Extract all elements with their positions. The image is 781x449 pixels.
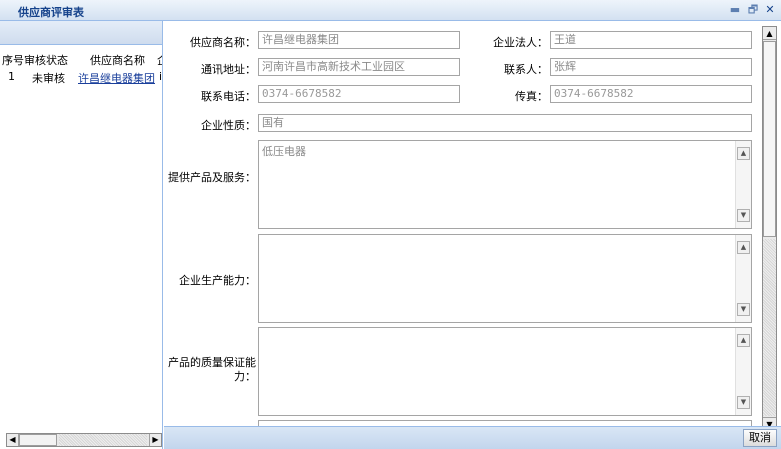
- address-label: 通讯地址：: [201, 63, 256, 76]
- scroll-down-icon[interactable]: ▼: [737, 209, 750, 222]
- scroll-up-icon[interactable]: ▲: [737, 147, 750, 160]
- quality-label: 产品的质量保证能力：: [168, 356, 256, 383]
- grid-toolbar: [0, 21, 162, 45]
- column-header-extra[interactable]: 企: [157, 52, 162, 68]
- restore-icon[interactable]: 🗗: [746, 3, 760, 17]
- scroll-up-icon[interactable]: ▲: [737, 241, 750, 254]
- products-scrollbar[interactable]: ▲ ▼: [735, 141, 751, 228]
- phone-label: 联系电话：: [201, 90, 256, 103]
- form-vertical-scrollbar[interactable]: ▲ ▼: [762, 26, 777, 431]
- grid-horizontal-scrollbar[interactable]: ◀ ▶: [6, 433, 162, 447]
- column-header-index[interactable]: 序号: [2, 52, 24, 68]
- contact-label: 联系人：: [504, 63, 548, 76]
- supplier-grid-panel: 序号 审核状态 供应商名称 企 1 未审核 许昌继电器集团 i ◀ ▶: [0, 21, 163, 449]
- supplier-name-label: 供应商名称：: [190, 36, 256, 49]
- scroll-left-icon[interactable]: ◀: [7, 434, 19, 446]
- phone-field[interactable]: 0374-6678582: [258, 85, 460, 103]
- row-extra: i: [159, 70, 163, 83]
- column-header-supplier-name[interactable]: 供应商名称: [90, 52, 145, 68]
- form-footer: 取消: [164, 426, 781, 449]
- quality-textarea[interactable]: ▲ ▼: [258, 327, 752, 416]
- fax-field[interactable]: 0374-6678582: [550, 85, 752, 103]
- products-text: 低压电器: [262, 145, 306, 158]
- contact-field[interactable]: 张辉: [550, 58, 752, 76]
- capacity-scrollbar[interactable]: ▲ ▼: [735, 235, 751, 322]
- legal-person-field[interactable]: 王道: [550, 31, 752, 49]
- scroll-thumb[interactable]: [19, 434, 57, 446]
- row-supplier-name-link[interactable]: 许昌继电器集团: [78, 70, 155, 86]
- scroll-track[interactable]: [59, 434, 147, 446]
- legal-person-label: 企业法人：: [493, 36, 548, 49]
- window-title: 供应商评审表: [18, 6, 84, 19]
- minimize-icon[interactable]: ▬: [728, 3, 742, 17]
- address-field[interactable]: 河南许昌市高新技术工业园区: [258, 58, 460, 76]
- products-textarea[interactable]: 低压电器 ▲ ▼: [258, 140, 752, 229]
- products-label: 提供产品及服务：: [168, 171, 256, 184]
- scroll-thumb[interactable]: [763, 41, 776, 237]
- window-titlebar: 供应商评审表 ▬ 🗗 ✕: [0, 0, 781, 21]
- capacity-label: 企业生产能力：: [179, 274, 256, 287]
- scroll-down-icon[interactable]: ▼: [737, 303, 750, 316]
- quality-scrollbar[interactable]: ▲ ▼: [735, 328, 751, 415]
- nature-field[interactable]: 国有: [258, 114, 752, 132]
- capacity-textarea[interactable]: ▲ ▼: [258, 234, 752, 323]
- scroll-down-icon[interactable]: ▼: [737, 396, 750, 409]
- cancel-button[interactable]: 取消: [743, 429, 777, 447]
- scroll-up-icon[interactable]: ▲: [763, 27, 776, 40]
- scroll-track[interactable]: [763, 239, 776, 416]
- table-row[interactable]: 1 未审核 许昌继电器集团 i: [0, 70, 163, 86]
- column-header-status[interactable]: 审核状态: [24, 52, 68, 68]
- row-status: 未审核: [32, 72, 65, 85]
- fax-label: 传真：: [515, 90, 548, 103]
- supplier-name-field[interactable]: 许昌继电器集团: [258, 31, 460, 49]
- nature-label: 企业性质：: [201, 119, 256, 132]
- supplier-form-panel: 供应商名称： 许昌继电器集团 企业法人： 王道 通讯地址： 河南许昌市高新技术工…: [164, 21, 781, 449]
- scroll-up-icon[interactable]: ▲: [737, 334, 750, 347]
- row-index: 1: [8, 70, 15, 83]
- scroll-right-icon[interactable]: ▶: [149, 434, 161, 446]
- grid-header: 序号 审核状态 供应商名称 企: [0, 52, 162, 68]
- close-icon[interactable]: ✕: [763, 3, 777, 17]
